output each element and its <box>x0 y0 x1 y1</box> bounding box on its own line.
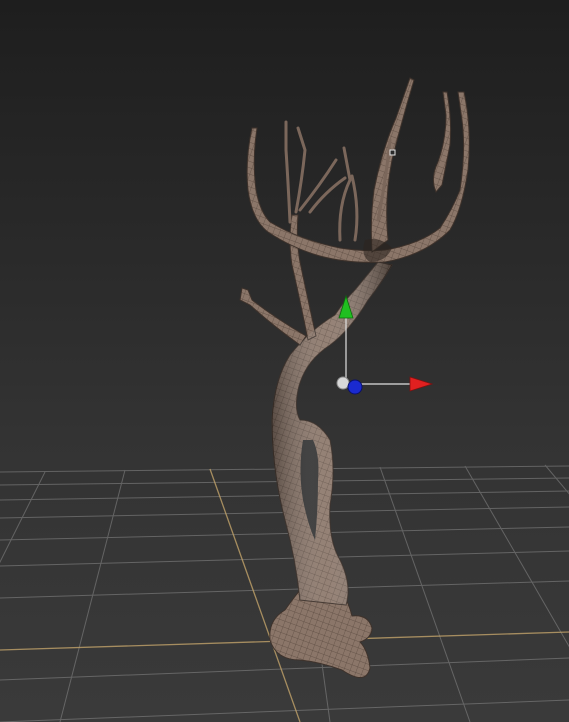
viewport-canvas[interactable] <box>0 0 569 722</box>
gizmo-pivot-icon[interactable] <box>336 376 350 390</box>
branch-right-tall[interactable] <box>370 77 415 253</box>
branch-left-stub[interactable] <box>239 287 307 346</box>
tree-base[interactable] <box>269 589 373 678</box>
branch-far-right[interactable] <box>432 91 452 193</box>
3d-viewport[interactable] <box>0 0 569 722</box>
gizmo-z-axis-icon[interactable] <box>347 379 363 395</box>
gizmo-x-arrow-icon[interactable] <box>409 376 434 392</box>
pivot-marker-icon[interactable] <box>389 149 396 156</box>
trunk-shading <box>272 262 392 605</box>
